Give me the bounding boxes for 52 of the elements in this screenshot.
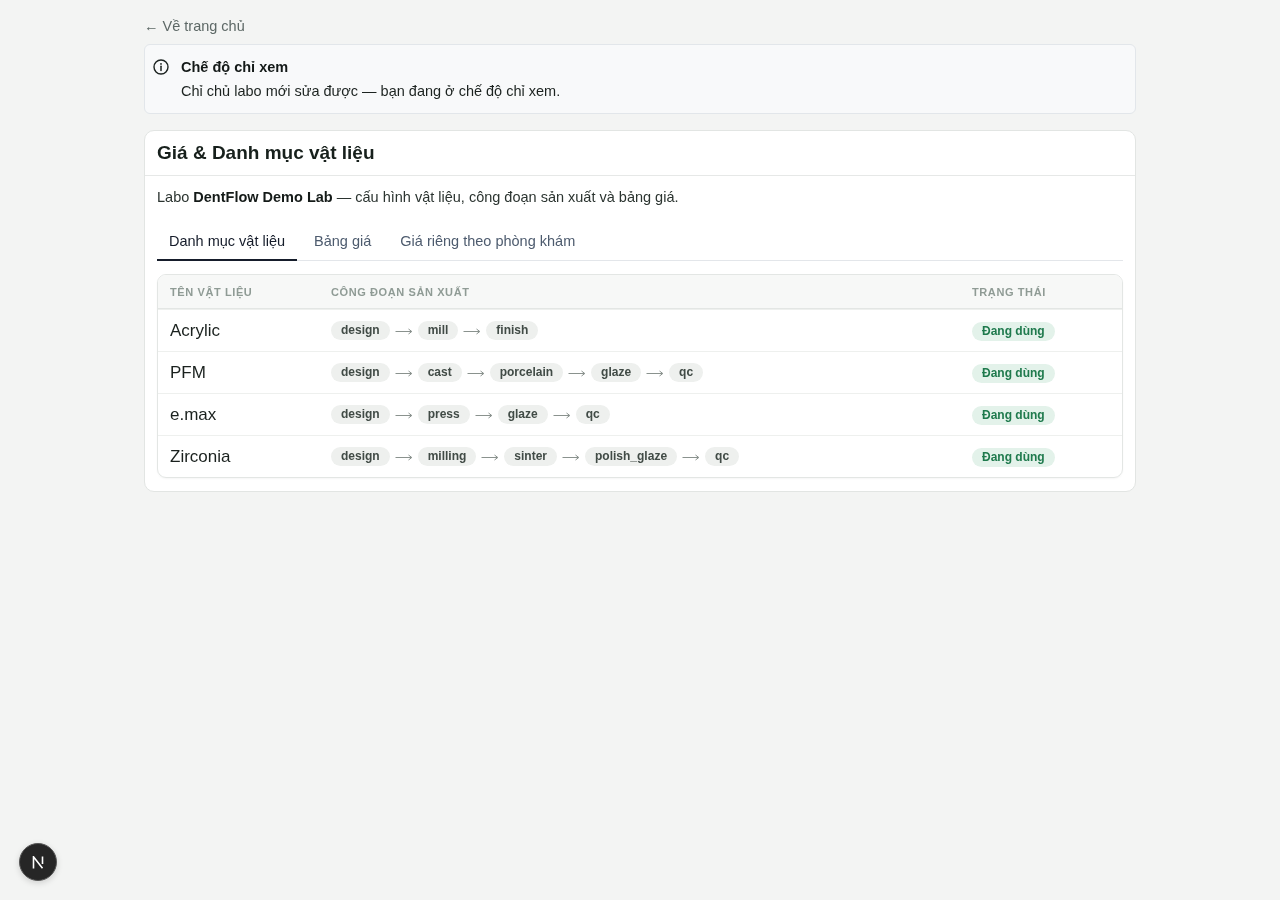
arrow-icon (568, 368, 587, 377)
column-header: CÔNG ĐOẠN SẢN XUẤT (330, 285, 471, 298)
dev-tools-button[interactable] (19, 843, 57, 881)
card-title: Giá & Danh mục vật liệu (157, 142, 375, 164)
arrow-icon (394, 410, 413, 419)
notice-title: Chế độ chỉ xem (181, 58, 290, 77)
notice-message: Chỉ chủ labo mới sửa được — bạn đang ở chế độ chỉ xem. (181, 82, 561, 101)
stage-tag: design (331, 321, 390, 340)
material-name: Acrylic (169, 320, 222, 341)
stage-tag: design (331, 405, 390, 424)
stage-tag: glaze (591, 363, 642, 382)
material-name: PFM (169, 362, 207, 383)
arrow-icon (394, 368, 413, 377)
stage-tag: finish (486, 321, 539, 340)
column-header: TRẠNG THÁI (971, 285, 1047, 298)
back-link[interactable]: ← Về trang chủ (144, 18, 245, 34)
material-name: Zirconia (169, 446, 232, 467)
stage-tag: design (331, 363, 390, 382)
arrow-icon (394, 452, 413, 461)
arrow-icon (682, 452, 701, 461)
logo-icon (32, 855, 44, 869)
arrow-icon (481, 452, 500, 461)
arrow-icon (646, 368, 665, 377)
stage-tag: cast (417, 363, 462, 382)
stage-tag: qc (575, 405, 610, 424)
tab[interactable]: Bảng giá (302, 221, 384, 261)
stage-tag: polish_glaze (585, 447, 678, 466)
stage-tag: qc (705, 447, 740, 466)
stage-tag: design (331, 447, 390, 466)
status-badge: Đang dùng (972, 406, 1055, 425)
stage-tag: qc (669, 363, 704, 382)
status-badge: Đang dùng (972, 322, 1055, 341)
card-description: Labo DentFlow Demo Lab — cấu hình vật liệu, công đoạn sản xuất và bảng giá. (157, 188, 680, 207)
stage-tag: porcelain (489, 363, 564, 382)
arrow-icon (466, 368, 485, 377)
tab[interactable]: Danh mục vật liệu (157, 221, 298, 261)
arrow-icon (562, 452, 581, 461)
info-icon (153, 59, 169, 75)
column-header: TÊN VẬT LIỆU (169, 285, 254, 298)
arrow-icon (474, 410, 493, 419)
stage-tag: milling (417, 447, 477, 466)
arrow-icon (463, 326, 482, 335)
stage-tag: press (417, 405, 470, 424)
material-name: e.max (169, 404, 218, 425)
stage-tag: mill (417, 321, 459, 340)
arrow-icon (394, 326, 413, 335)
arrow-icon (552, 410, 571, 419)
stage-tag: glaze (497, 405, 548, 424)
tab[interactable]: Giá riêng theo phòng khám (388, 221, 588, 261)
status-badge: Đang dùng (972, 364, 1055, 383)
stage-tag: sinter (504, 447, 558, 466)
status-badge: Đang dùng (972, 448, 1055, 467)
